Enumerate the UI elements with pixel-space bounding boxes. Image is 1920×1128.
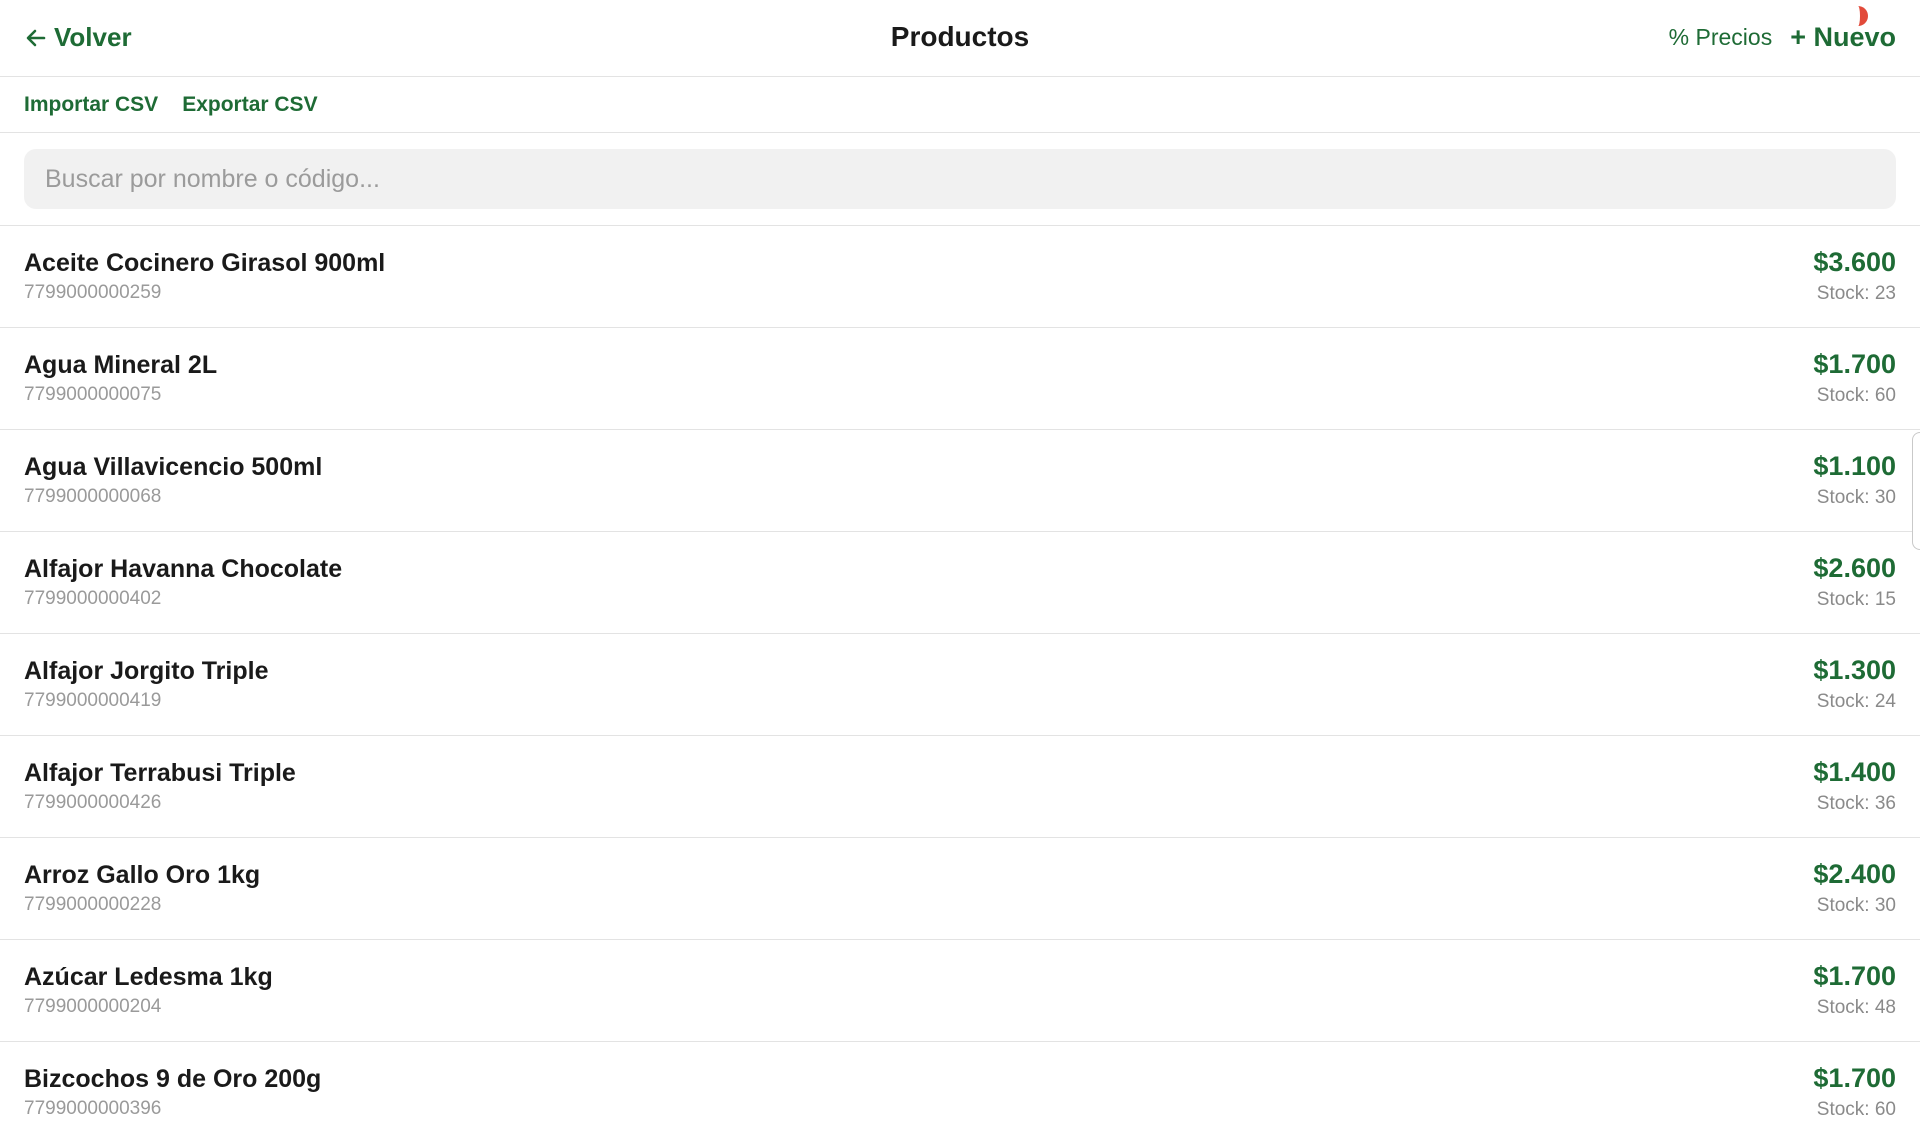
search-bar bbox=[0, 133, 1920, 226]
product-code: 7799000000259 bbox=[24, 282, 162, 303]
product-row[interactable]: Bizcochos 9 de Oro 200g 7799000000396 $1… bbox=[0, 1042, 1920, 1128]
product-name: Alfajor Jorgito Triple bbox=[24, 657, 269, 685]
csv-toolbar: Importar CSV Exportar CSV bbox=[0, 77, 1920, 133]
product-stock: Stock: 30 bbox=[1816, 487, 1896, 508]
product-price: $2.400 bbox=[1813, 859, 1896, 889]
header-actions: % Precios + Nuevo bbox=[1669, 6, 1896, 53]
page-title: Productos bbox=[890, 21, 1030, 52]
product-stock: Stock: 15 bbox=[1816, 589, 1896, 610]
product-list: Aceite Cocinero Girasol 900ml 7799000000… bbox=[0, 226, 1920, 1128]
scroll-handle[interactable] bbox=[1912, 432, 1920, 550]
price-adjust-button[interactable]: % Precios bbox=[1669, 24, 1773, 51]
product-row[interactable]: Azúcar Ledesma 1kg 7799000000204 $1.700 … bbox=[0, 940, 1920, 1042]
product-code: 7799000000402 bbox=[24, 588, 162, 609]
product-stock: Stock: 60 bbox=[1816, 1099, 1896, 1120]
product-price: $1.700 bbox=[1813, 961, 1896, 991]
product-code: 7799000000075 bbox=[24, 384, 162, 405]
product-name: Bizcochos 9 de Oro 200g bbox=[24, 1065, 322, 1093]
products-screen: Volver Productos % Precios + Nuevo Impor… bbox=[0, 0, 1920, 1128]
import-csv-button[interactable]: Importar CSV bbox=[24, 93, 158, 117]
product-stock: Stock: 36 bbox=[1816, 793, 1896, 814]
back-label: Volver bbox=[54, 22, 132, 52]
product-row[interactable]: Alfajor Jorgito Triple 7799000000419 $1.… bbox=[0, 634, 1920, 736]
product-price: $1.300 bbox=[1813, 655, 1896, 685]
new-product-label: + Nuevo bbox=[1790, 22, 1896, 52]
product-row[interactable]: Alfajor Terrabusi Triple 7799000000426 $… bbox=[0, 736, 1920, 838]
product-code: 7799000000426 bbox=[24, 792, 162, 813]
product-name: Alfajor Havanna Chocolate bbox=[24, 555, 343, 583]
product-price: $1.700 bbox=[1813, 349, 1896, 379]
product-code: 7799000000204 bbox=[24, 996, 162, 1017]
product-name: Arroz Gallo Oro 1kg bbox=[24, 861, 261, 889]
product-code: 7799000000068 bbox=[24, 486, 162, 507]
product-price: $1.400 bbox=[1813, 757, 1896, 787]
product-row[interactable]: Alfajor Havanna Chocolate 7799000000402 … bbox=[0, 532, 1920, 634]
product-stock: Stock: 23 bbox=[1816, 283, 1896, 304]
top-bar: Volver Productos % Precios + Nuevo bbox=[0, 0, 1920, 77]
product-stock: Stock: 30 bbox=[1816, 895, 1896, 916]
product-row[interactable]: Agua Villavicencio 500ml 7799000000068 $… bbox=[0, 430, 1920, 532]
product-code: 7799000000419 bbox=[24, 690, 162, 711]
product-price: $1.700 bbox=[1813, 1063, 1896, 1093]
product-stock: Stock: 60 bbox=[1816, 385, 1896, 406]
product-row[interactable]: Aceite Cocinero Girasol 900ml 7799000000… bbox=[0, 226, 1920, 328]
search-input[interactable] bbox=[24, 149, 1896, 209]
new-product-button[interactable]: + Nuevo bbox=[1790, 6, 1896, 53]
back-button[interactable]: Volver bbox=[24, 22, 132, 53]
arrow-left-icon bbox=[24, 26, 48, 50]
product-price: $3.600 bbox=[1813, 247, 1896, 277]
product-name: Agua Mineral 2L bbox=[24, 351, 218, 379]
product-name: Agua Villavicencio 500ml bbox=[24, 453, 323, 481]
product-code: 7799000000228 bbox=[24, 894, 162, 915]
export-csv-button[interactable]: Exportar CSV bbox=[182, 93, 317, 117]
product-row[interactable]: Agua Mineral 2L 7799000000075 $1.700 Sto… bbox=[0, 328, 1920, 430]
product-stock: Stock: 48 bbox=[1816, 997, 1896, 1018]
product-stock: Stock: 24 bbox=[1816, 691, 1896, 712]
product-price: $2.600 bbox=[1813, 553, 1896, 583]
product-code: 7799000000396 bbox=[24, 1098, 162, 1119]
product-price: $1.100 bbox=[1813, 451, 1896, 481]
product-row[interactable]: Arroz Gallo Oro 1kg 7799000000228 $2.400… bbox=[0, 838, 1920, 940]
product-name: Aceite Cocinero Girasol 900ml bbox=[24, 249, 386, 277]
product-name: Azúcar Ledesma 1kg bbox=[24, 963, 273, 991]
product-name: Alfajor Terrabusi Triple bbox=[24, 759, 296, 787]
